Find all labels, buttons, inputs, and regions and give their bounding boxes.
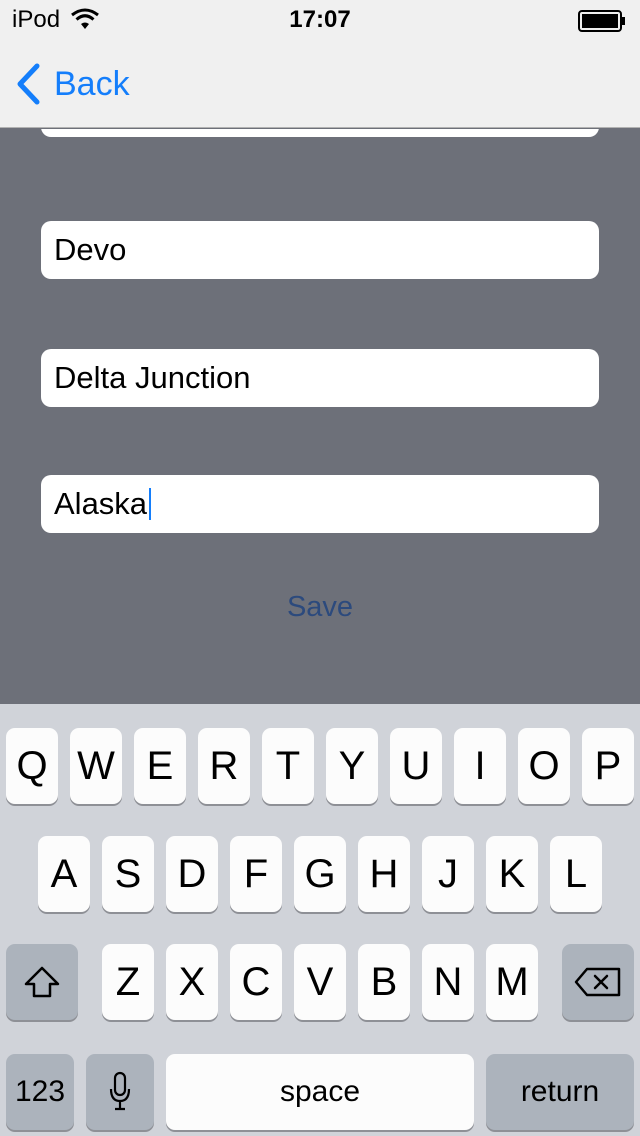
text-field-2-value: Delta Junction	[54, 360, 251, 395]
delete-key[interactable]	[562, 944, 634, 1020]
key-a[interactable]: A	[38, 836, 90, 912]
key-o[interactable]: O	[518, 728, 570, 804]
return-key[interactable]: return	[486, 1054, 634, 1130]
shift-key[interactable]	[6, 944, 78, 1020]
status-time: 17:07	[289, 6, 351, 33]
text-field-1-value: Devo	[54, 232, 127, 267]
microphone-icon	[109, 1071, 131, 1111]
form-content: Devo Delta Junction Alaska Save	[0, 129, 640, 704]
key-h[interactable]: H	[358, 836, 410, 912]
key-l[interactable]: L	[550, 836, 602, 912]
status-bar: iPod 17:07	[0, 0, 640, 40]
key-w[interactable]: W	[70, 728, 122, 804]
battery-icon	[578, 10, 626, 32]
key-u[interactable]: U	[390, 728, 442, 804]
key-p[interactable]: P	[582, 728, 634, 804]
navigation-bar: Back	[0, 40, 640, 128]
dictation-key[interactable]	[86, 1054, 154, 1130]
key-y[interactable]: Y	[326, 728, 378, 804]
save-button[interactable]: Save	[0, 591, 640, 624]
key-t[interactable]: T	[262, 728, 314, 804]
key-e[interactable]: E	[134, 728, 186, 804]
backspace-icon	[574, 967, 621, 997]
back-button[interactable]: Back	[14, 62, 130, 106]
key-g[interactable]: G	[294, 836, 346, 912]
key-q[interactable]: Q	[6, 728, 58, 804]
key-s[interactable]: S	[102, 836, 154, 912]
text-field-3[interactable]: Alaska	[41, 475, 599, 533]
key-r[interactable]: R	[198, 728, 250, 804]
key-v[interactable]: V	[294, 944, 346, 1020]
key-c[interactable]: C	[230, 944, 282, 1020]
key-x[interactable]: X	[166, 944, 218, 1020]
text-field-scrolled[interactable]	[41, 129, 599, 137]
key-f[interactable]: F	[230, 836, 282, 912]
chevron-left-icon	[17, 63, 40, 105]
keyboard: QWERTYUIOP ASDFGHJKL ZXCVBNM 123 space r…	[0, 704, 640, 1136]
key-b[interactable]: B	[358, 944, 410, 1020]
space-key[interactable]: space	[166, 1054, 474, 1130]
key-i[interactable]: I	[454, 728, 506, 804]
numbers-key[interactable]: 123	[6, 1054, 74, 1130]
text-cursor	[149, 488, 152, 520]
key-n[interactable]: N	[422, 944, 474, 1020]
key-j[interactable]: J	[422, 836, 474, 912]
shift-icon	[24, 966, 60, 998]
text-field-1[interactable]: Devo	[41, 221, 599, 279]
key-d[interactable]: D	[166, 836, 218, 912]
text-field-2[interactable]: Delta Junction	[41, 349, 599, 407]
key-z[interactable]: Z	[102, 944, 154, 1020]
text-field-3-value: Alaska	[54, 486, 148, 521]
back-label: Back	[54, 64, 130, 103]
key-k[interactable]: K	[486, 836, 538, 912]
key-m[interactable]: M	[486, 944, 538, 1020]
